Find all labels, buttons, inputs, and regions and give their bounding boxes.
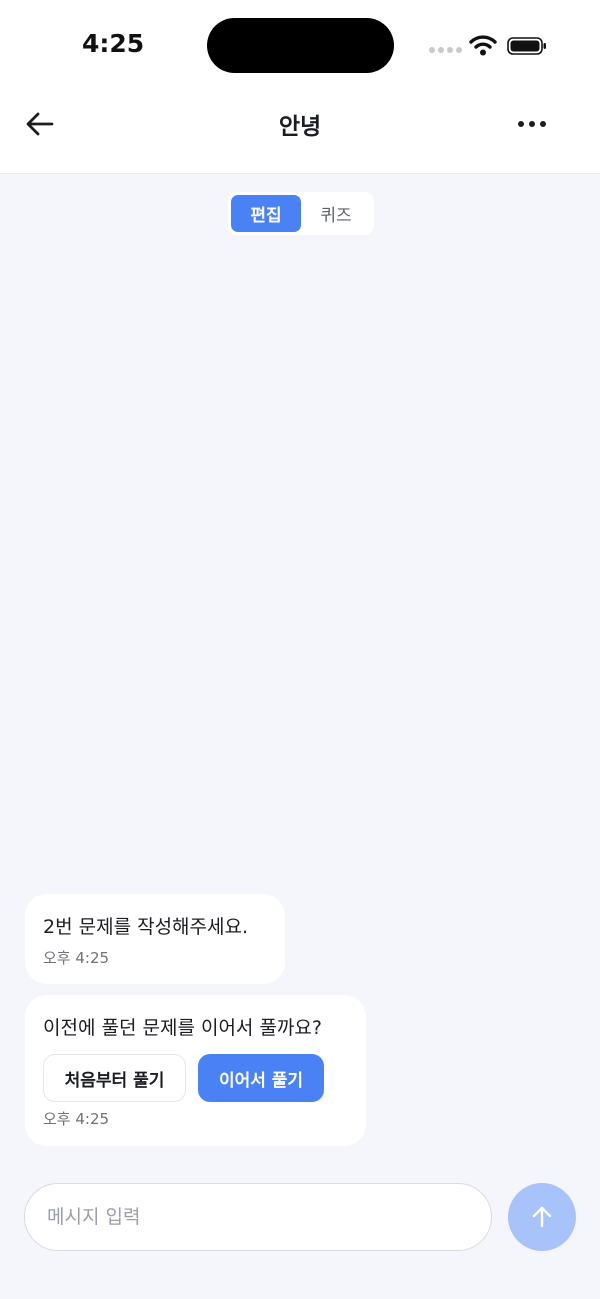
message-text: 이전에 풀던 문제를 이어서 풀까요?	[43, 1017, 322, 1039]
more-button[interactable]	[510, 106, 554, 142]
message-time: 오후 4:25	[43, 949, 110, 967]
cellular-signal-icon	[429, 46, 462, 54]
restart-quiz-button[interactable]: 처음부터 풀기	[43, 1054, 186, 1102]
message-time: 오후 4:25	[43, 1110, 110, 1128]
message-bubble: 이전에 풀던 문제를 이어서 풀까요? 처음부터 풀기 이어서 풀기 오후 4:…	[25, 995, 366, 1146]
battery-icon	[507, 37, 546, 55]
more-dots-icon	[518, 121, 546, 127]
mode-tabs: 편집 퀴즈	[228, 192, 374, 235]
send-button[interactable]	[508, 1183, 576, 1251]
chat-screen: 4:25 안녕 편집 퀴즈 2번 문제를 작성해주세요. 오후 4:25 이전에…	[0, 0, 600, 1299]
message-input[interactable]	[24, 1183, 492, 1251]
message-bubble: 2번 문제를 작성해주세요. 오후 4:25	[25, 894, 285, 984]
nav-header: 안녕	[0, 90, 600, 174]
status-bar: 4:25	[0, 0, 600, 90]
status-time: 4:25	[82, 29, 145, 58]
message-text: 2번 문제를 작성해주세요.	[43, 916, 249, 938]
tab-quiz[interactable]: 퀴즈	[301, 195, 371, 232]
tab-edit[interactable]: 편집	[231, 195, 301, 232]
wifi-icon	[469, 35, 497, 56]
continue-quiz-button[interactable]: 이어서 풀기	[198, 1054, 324, 1102]
arrow-up-icon	[532, 1206, 552, 1228]
dynamic-island	[207, 18, 394, 73]
choice-row: 처음부터 풀기 이어서 풀기	[43, 1054, 348, 1102]
